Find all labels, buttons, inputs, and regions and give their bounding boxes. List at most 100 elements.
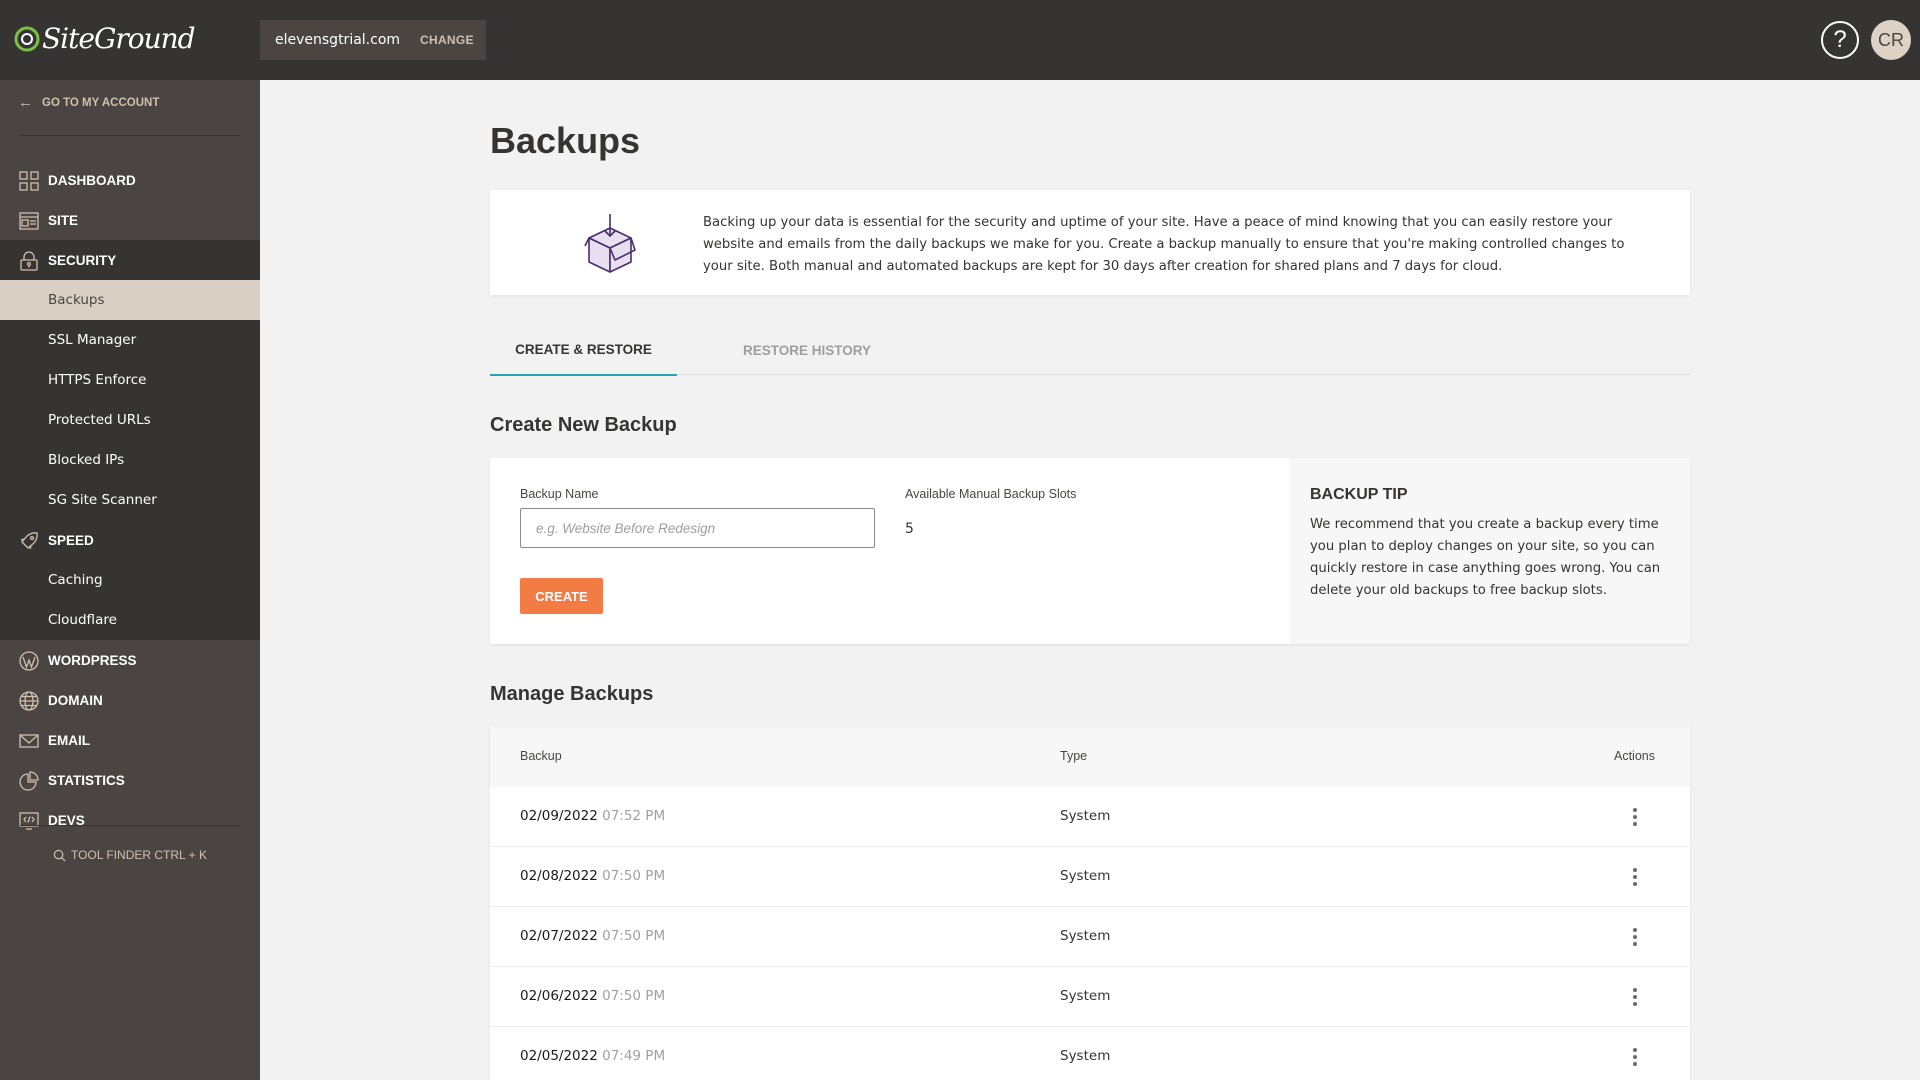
sidebar-item-dashboard[interactable]: DASHBOARD — [0, 160, 260, 200]
backup-tabs: CREATE & RESTORE RESTORE HISTORY — [490, 325, 1690, 376]
go-to-my-account-link[interactable]: ← GO TO MY ACCOUNT — [18, 94, 159, 111]
table-row: 02/05/2022 07:49 PM System — [490, 1027, 1690, 1080]
tab-create-restore[interactable]: CREATE & RESTORE — [490, 325, 677, 376]
sidebar-item-label: EMAIL — [48, 732, 90, 748]
page-title: Backups — [490, 120, 641, 161]
create-backup-heading: Create New Backup — [490, 414, 677, 436]
sidebar-item-email[interactable]: EMAIL — [0, 720, 260, 760]
backup-type: System — [1060, 928, 1111, 944]
sidebar-item-label: Caching — [48, 572, 103, 588]
rocket-icon — [20, 532, 38, 550]
box-download-icon — [584, 214, 636, 273]
table-row: 02/07/2022 07:50 PM System — [490, 907, 1690, 967]
change-domain-button[interactable]: CHANGE — [420, 33, 474, 47]
available-slots-label: Available Manual Backup Slots — [905, 487, 1077, 501]
manage-backups-heading: Manage Backups — [490, 683, 654, 705]
sidebar-item-label: STATISTICS — [48, 772, 125, 788]
backups-table: Backup Type Actions 02/09/2022 07:52 PM S… — [490, 727, 1690, 1080]
help-button[interactable]: ? — [1821, 21, 1859, 59]
backup-date: 02/05/2022 — [520, 1048, 598, 1064]
backup-datetime: 02/06/2022 07:50 PM — [520, 988, 665, 1004]
backup-type: System — [1060, 1048, 1111, 1064]
sidebar-item-label: SECURITY — [48, 252, 117, 268]
envelope-icon — [19, 734, 39, 748]
tab-restore-history[interactable]: RESTORE HISTORY — [707, 325, 907, 375]
dashboard-grid-icon — [19, 171, 39, 191]
search-icon — [53, 849, 66, 861]
sidebar-item-cloudflare[interactable]: Cloudflare — [0, 600, 260, 640]
backup-name-input[interactable] — [520, 508, 875, 548]
sidebar-divider — [20, 825, 240, 826]
backup-date: 02/07/2022 — [520, 928, 598, 944]
sidebar-item-ssl-manager[interactable]: SSL Manager — [0, 320, 260, 360]
sidebar-item-caching[interactable]: Caching — [0, 560, 260, 600]
backup-datetime: 02/05/2022 07:49 PM — [520, 1048, 665, 1064]
globe-icon — [19, 691, 39, 711]
back-link-label: GO TO MY ACCOUNT — [42, 96, 160, 109]
backup-time: 07:49 PM — [602, 1048, 666, 1064]
sidebar: ← GO TO MY ACCOUNT DASHBOARD SITE SECURI… — [0, 80, 260, 1080]
logo-text: SiteGround — [42, 22, 196, 55]
backup-date: 02/06/2022 — [520, 988, 598, 1004]
table-row: 02/06/2022 07:50 PM System — [490, 967, 1690, 1027]
code-monitor-icon — [19, 812, 39, 830]
table-row: 02/09/2022 07:52 PM System — [490, 787, 1690, 847]
row-actions-menu-icon[interactable] — [1625, 803, 1645, 831]
column-header-type: Type — [1060, 749, 1088, 763]
backup-time: 07:50 PM — [602, 988, 666, 1004]
sidebar-item-statistics[interactable]: STATISTICS — [0, 760, 260, 800]
sidebar-item-label: Backups — [48, 292, 105, 308]
siteground-logo[interactable]: SiteGround — [14, 22, 196, 55]
sidebar-item-label: SG Site Scanner — [48, 492, 157, 508]
available-slots-value: 5 — [905, 521, 914, 537]
info-card: Backing up your data is essential for th… — [490, 190, 1690, 295]
sidebar-item-blocked-ips[interactable]: Blocked IPs — [0, 440, 260, 480]
sidebar-item-speed[interactable]: SPEED — [0, 520, 260, 560]
sidebar-item-site[interactable]: SITE — [0, 200, 260, 240]
backup-time: 07:50 PM — [602, 868, 666, 884]
column-header-actions: Actions — [1614, 749, 1655, 763]
siteground-logo-icon — [14, 26, 40, 51]
site-window-icon — [19, 212, 39, 230]
backup-type: System — [1060, 988, 1111, 1004]
row-actions-menu-icon[interactable] — [1625, 1043, 1645, 1071]
column-header-backup: Backup — [520, 749, 562, 763]
backup-date: 02/08/2022 — [520, 868, 598, 884]
backup-info-text: Backing up your data is essential for th… — [703, 215, 1625, 274]
create-backup-button[interactable]: CREATE — [520, 578, 603, 614]
sidebar-item-label: DOMAIN — [48, 692, 103, 708]
row-actions-menu-icon[interactable] — [1625, 923, 1645, 951]
sidebar-item-label: WORDPRESS — [48, 652, 137, 668]
user-avatar[interactable]: CR — [1871, 20, 1911, 60]
sidebar-item-label: SSL Manager — [48, 332, 137, 348]
sidebar-item-wordpress[interactable]: WORDPRESS — [0, 640, 260, 680]
backup-date: 02/09/2022 — [520, 808, 598, 824]
sidebar-item-security[interactable]: SECURITY — [0, 240, 260, 280]
backup-tip-title: BACKUP TIP — [1310, 486, 1408, 503]
row-actions-menu-icon[interactable] — [1625, 983, 1645, 1011]
table-header: Backup Type Actions — [490, 727, 1690, 787]
backup-tip-panel: BACKUP TIP We recommend that you create … — [1290, 458, 1690, 644]
backup-datetime: 02/08/2022 07:50 PM — [520, 868, 665, 884]
question-mark-icon: ? — [1833, 26, 1847, 53]
backup-name-label: Backup Name — [520, 487, 599, 501]
sidebar-item-label: Protected URLs — [48, 412, 151, 428]
tool-finder-button[interactable]: TOOL FINDER CTRL + K — [0, 848, 260, 862]
sidebar-item-devs[interactable]: DEVS — [0, 800, 260, 840]
sidebar-item-backups[interactable]: Backups — [0, 280, 260, 320]
sidebar-item-https-enforce[interactable]: HTTPS Enforce — [0, 360, 260, 400]
sidebar-item-label: Blocked IPs — [48, 452, 125, 468]
pie-chart-icon — [19, 771, 39, 791]
backup-datetime: 02/09/2022 07:52 PM — [520, 808, 665, 824]
backup-time: 07:52 PM — [602, 808, 666, 824]
sidebar-item-label: SPEED — [48, 532, 94, 548]
wordpress-icon — [19, 651, 39, 671]
sidebar-item-sg-site-scanner[interactable]: SG Site Scanner — [0, 480, 260, 520]
backup-tip-text: We recommend that you create a backup ev… — [1310, 517, 1661, 598]
domain-selector[interactable]: elevensgtrial.com CHANGE — [260, 20, 486, 60]
sidebar-item-domain[interactable]: DOMAIN — [0, 680, 260, 720]
row-actions-menu-icon[interactable] — [1625, 863, 1645, 891]
sidebar-item-protected-urls[interactable]: Protected URLs — [0, 400, 260, 440]
sidebar-divider — [20, 135, 240, 136]
table-row: 02/08/2022 07:50 PM System — [490, 847, 1690, 907]
